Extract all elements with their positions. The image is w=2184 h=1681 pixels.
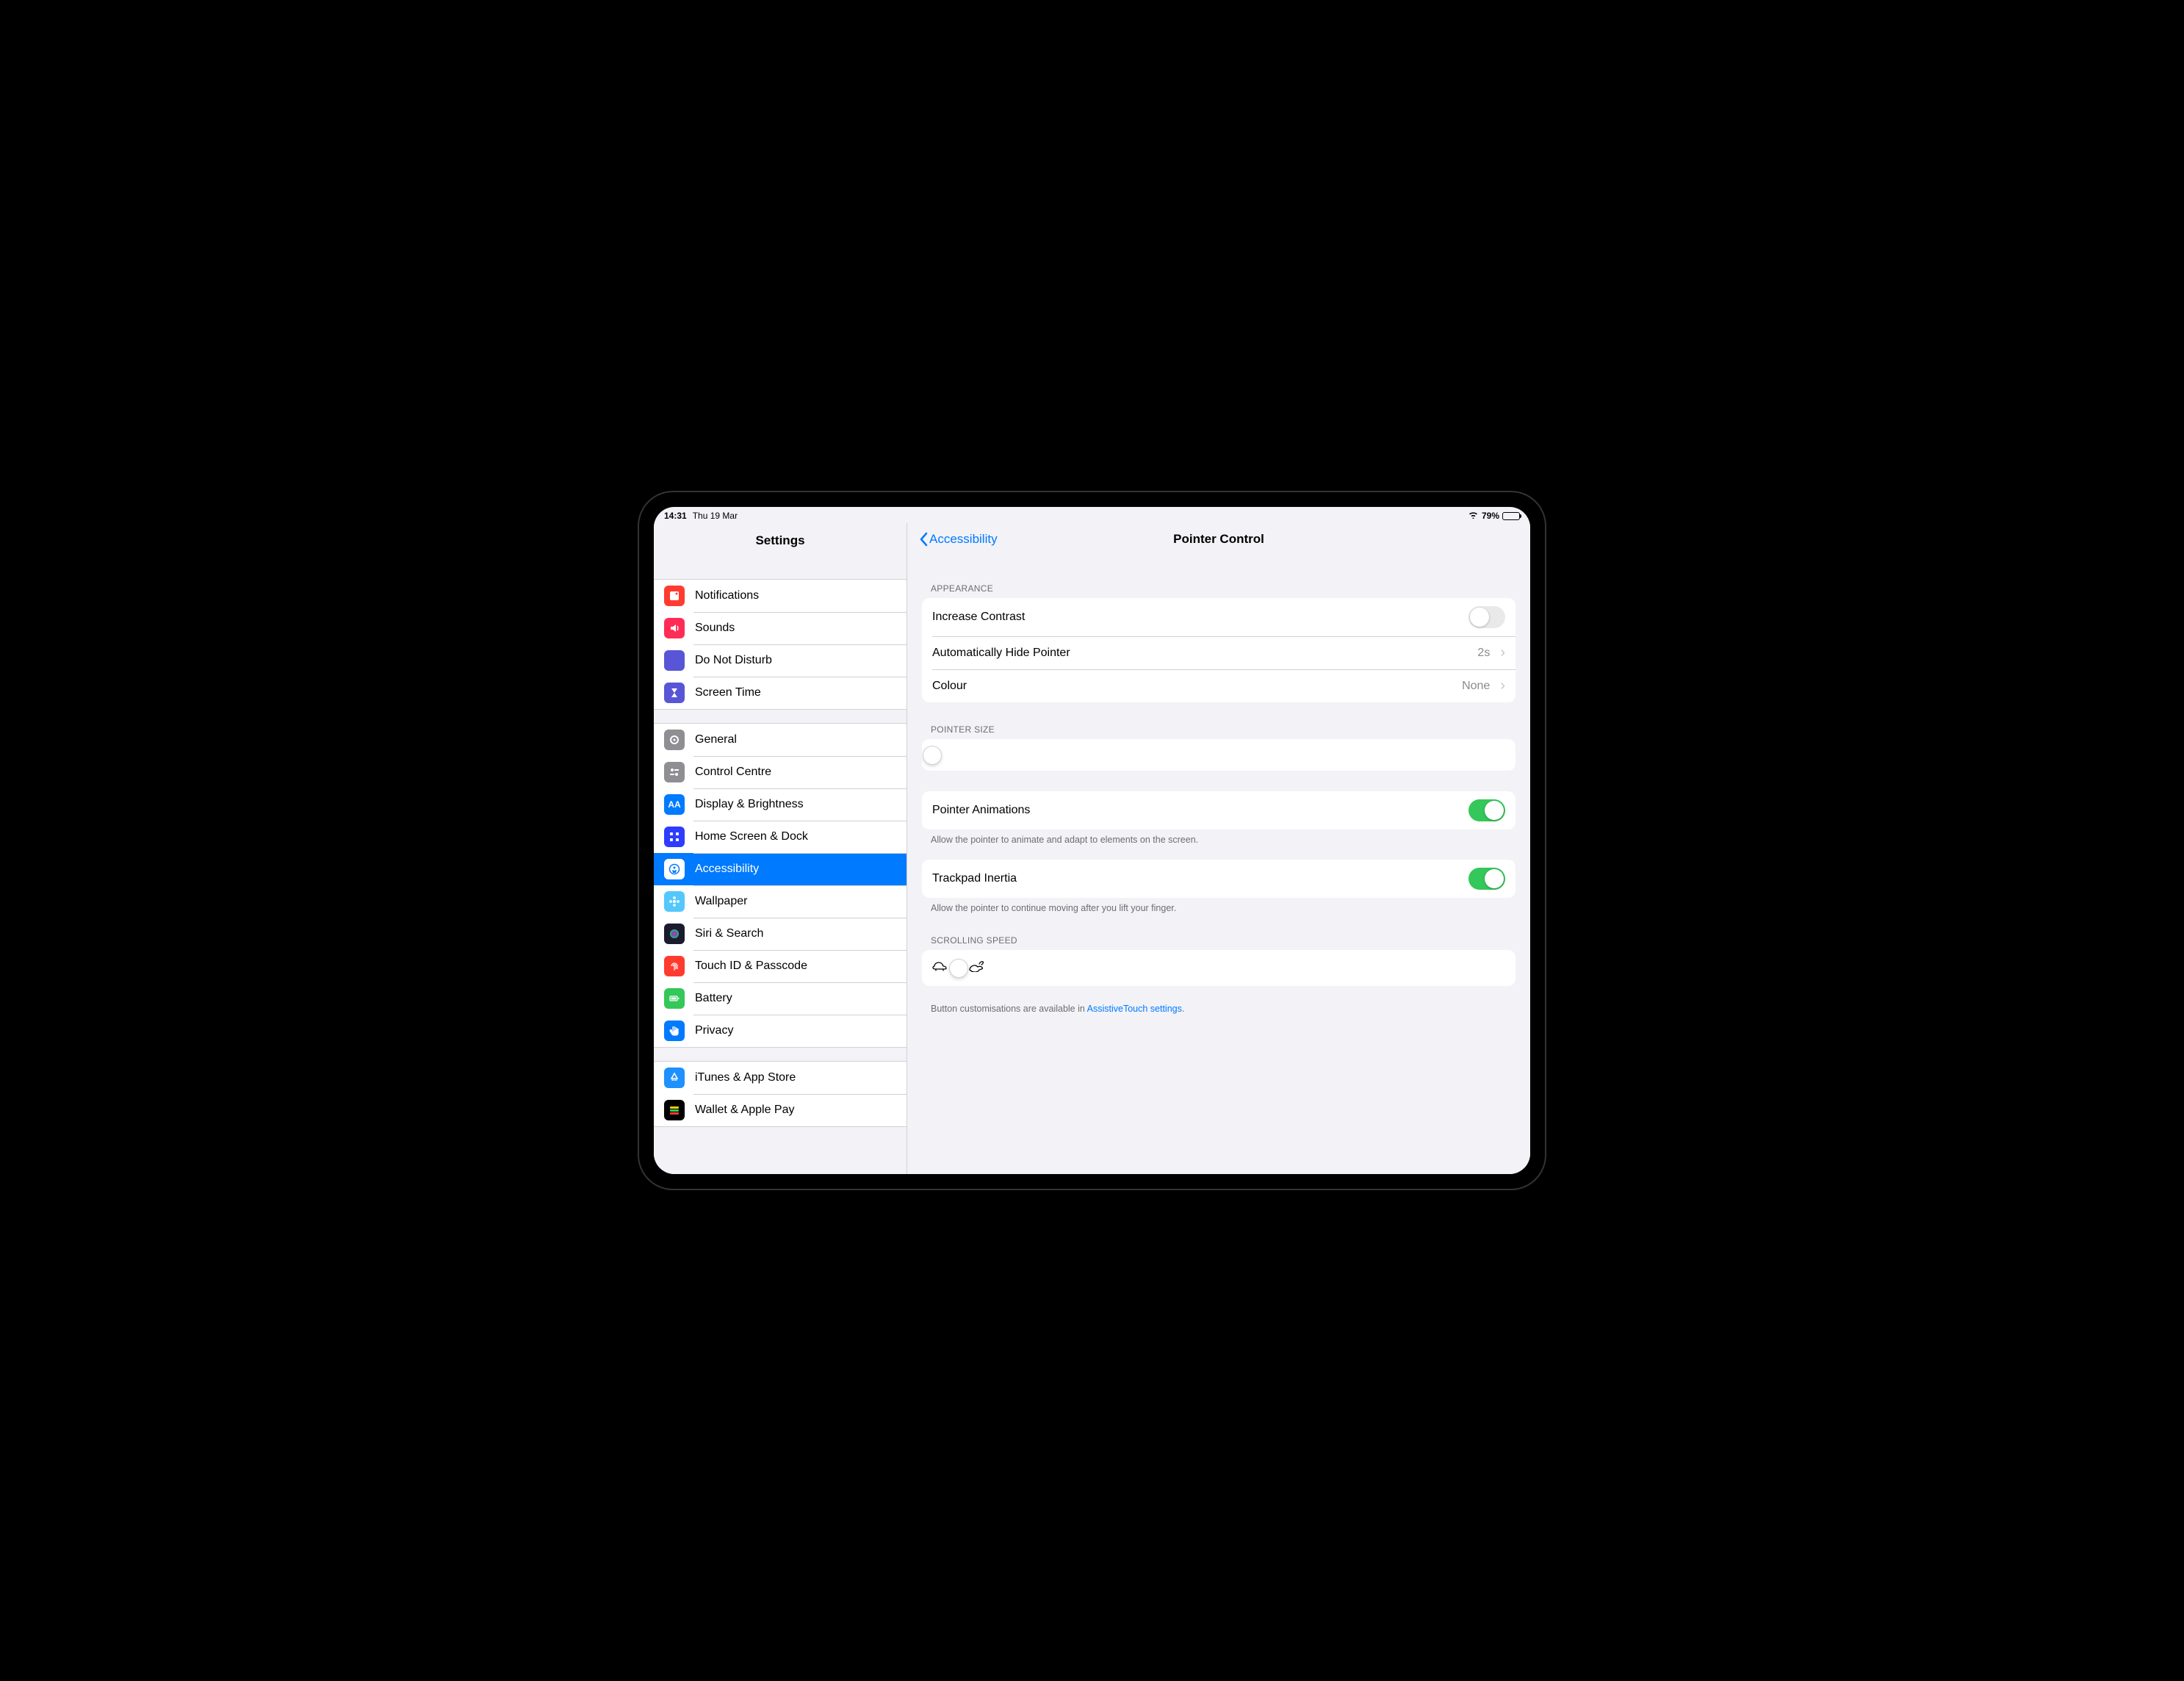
siri-icon — [664, 924, 685, 944]
cell-trackpad-inertia[interactable]: Trackpad Inertia — [922, 860, 1516, 898]
animations-card: Pointer Animations — [922, 791, 1516, 829]
sidebar-item-label: Screen Time — [695, 686, 761, 699]
moon-icon — [664, 650, 685, 671]
sidebar-item-battery[interactable]: Battery — [654, 982, 907, 1015]
wifi-icon — [1468, 511, 1479, 521]
footer-animations: Allow the pointer to animate and adapt t… — [907, 829, 1530, 845]
sidebar-item-label: Privacy — [695, 1024, 733, 1037]
sidebar-item-wallet-apple-pay[interactable]: Wallet & Apple Pay — [654, 1094, 907, 1126]
fingerprint-icon — [664, 956, 685, 976]
hand-icon — [664, 1021, 685, 1041]
sidebar-item-label: Control Centre — [695, 766, 771, 779]
sidebar-item-label: Do Not Disturb — [695, 654, 772, 667]
battery-icon — [664, 988, 685, 1009]
sidebar-item-control-centre[interactable]: Control Centre — [654, 756, 907, 788]
sidebar-item-wallpaper[interactable]: Wallpaper — [654, 885, 907, 918]
wallet-icon — [664, 1100, 685, 1120]
sidebar-item-label: Sounds — [695, 622, 735, 635]
inertia-card: Trackpad Inertia — [922, 860, 1516, 898]
status-bar: 14:31 Thu 19 Mar 79% — [654, 507, 1530, 523]
scrolling-card — [922, 950, 1516, 986]
grid-icon — [664, 827, 685, 847]
back-button[interactable]: Accessibility — [919, 532, 998, 547]
section-header-pointer-size: POINTER SIZE — [907, 702, 1530, 739]
screen: 14:31 Thu 19 Mar 79% Settings Notificati… — [654, 507, 1530, 1174]
cell-pointer-size-slider[interactable] — [922, 739, 1516, 771]
cell-increase-contrast[interactable]: Increase Contrast — [922, 598, 1516, 636]
sidebar-item-label: Battery — [695, 992, 732, 1005]
sidebar-item-sounds[interactable]: Sounds — [654, 612, 907, 644]
switch-pointer-animations[interactable] — [1468, 799, 1505, 821]
square-icon — [664, 586, 685, 606]
battery-pct: 79% — [1482, 511, 1499, 521]
sidebar-item-privacy[interactable]: Privacy — [654, 1015, 907, 1047]
sidebar-item-screen-time[interactable]: Screen Time — [654, 677, 907, 709]
appstore-icon — [664, 1068, 685, 1088]
cell-auto-hide[interactable]: Automatically Hide Pointer 2s › — [922, 636, 1516, 669]
footer-inertia: Allow the pointer to continue moving aft… — [907, 898, 1530, 913]
pointer-size-card — [922, 739, 1516, 771]
sidebar-item-label: General — [695, 733, 737, 746]
status-date: Thu 19 Mar — [693, 511, 738, 521]
assistivetouch-link[interactable]: AssistiveTouch settings — [1087, 1004, 1182, 1014]
tortoise-icon — [932, 960, 950, 976]
hourglass-icon — [664, 683, 685, 703]
switch-increase-contrast[interactable] — [1468, 606, 1505, 628]
sidebar-item-notifications[interactable]: Notifications — [654, 580, 907, 612]
sidebar-item-display-brightness[interactable]: AA Display & Brightness — [654, 788, 907, 821]
switch-trackpad-inertia[interactable] — [1468, 868, 1505, 890]
section-header-appearance: APPEARANCE — [907, 555, 1530, 598]
sidebar-item-home-screen-dock[interactable]: Home Screen & Dock — [654, 821, 907, 853]
sidebar-item-label: Notifications — [695, 589, 759, 602]
sidebar-item-touch-id-passcode[interactable]: Touch ID & Passcode — [654, 950, 907, 982]
sidebar-item-label: Siri & Search — [695, 927, 763, 940]
flower-icon — [664, 891, 685, 912]
detail-header: Accessibility Pointer Control — [907, 523, 1530, 555]
ipad-frame: 14:31 Thu 19 Mar 79% Settings Notificati… — [638, 491, 1546, 1190]
slider-thumb[interactable] — [923, 746, 942, 765]
sidebar-item-label: Wallpaper — [695, 895, 747, 908]
footer-note: Button customisations are available in A… — [907, 986, 1530, 1014]
cell-colour[interactable]: Colour None › — [922, 669, 1516, 702]
sidebar-item-label: Wallet & Apple Pay — [695, 1104, 794, 1117]
sidebar-item-label: iTunes & App Store — [695, 1071, 796, 1084]
battery-icon — [1502, 512, 1520, 520]
chevron-right-icon: › — [1500, 677, 1505, 694]
sidebar-item-general[interactable]: General — [654, 724, 907, 756]
sidebar-item-itunes-app-store[interactable]: iTunes & App Store — [654, 1062, 907, 1094]
back-label: Accessibility — [929, 532, 998, 547]
section-header-scrolling: SCROLLING SPEED — [907, 913, 1530, 950]
sidebar-item-accessibility[interactable]: Accessibility — [654, 853, 907, 885]
status-time: 14:31 — [664, 511, 687, 521]
gear-icon — [664, 730, 685, 750]
sidebar-item-label: Touch ID & Passcode — [695, 960, 807, 973]
sidebar-item-do-not-disturb[interactable]: Do Not Disturb — [654, 644, 907, 677]
detail-title: Pointer Control — [907, 532, 1530, 547]
slider-thumb[interactable] — [949, 959, 968, 978]
sidebar-item-label: Accessibility — [695, 863, 759, 876]
AA-icon: AA — [664, 794, 685, 815]
appearance-card: Increase Contrast Automatically Hide Poi… — [922, 598, 1516, 702]
sidebar-title: Settings — [654, 523, 907, 557]
sidebar-item-label: Display & Brightness — [695, 798, 804, 811]
sliders-icon — [664, 762, 685, 782]
cell-pointer-animations[interactable]: Pointer Animations — [922, 791, 1516, 829]
hare-icon — [967, 960, 985, 976]
speaker-icon — [664, 618, 685, 638]
chevron-right-icon: › — [1500, 644, 1505, 661]
sidebar-item-siri-search[interactable]: Siri & Search — [654, 918, 907, 950]
sidebar: Settings Notifications Sounds Do Not Distu… — [654, 523, 907, 1174]
cell-scrolling-slider[interactable] — [922, 950, 1516, 986]
detail-panel: Accessibility Pointer Control APPEARANCE… — [907, 523, 1530, 1174]
person-icon — [664, 859, 685, 879]
sidebar-item-label: Home Screen & Dock — [695, 830, 808, 843]
